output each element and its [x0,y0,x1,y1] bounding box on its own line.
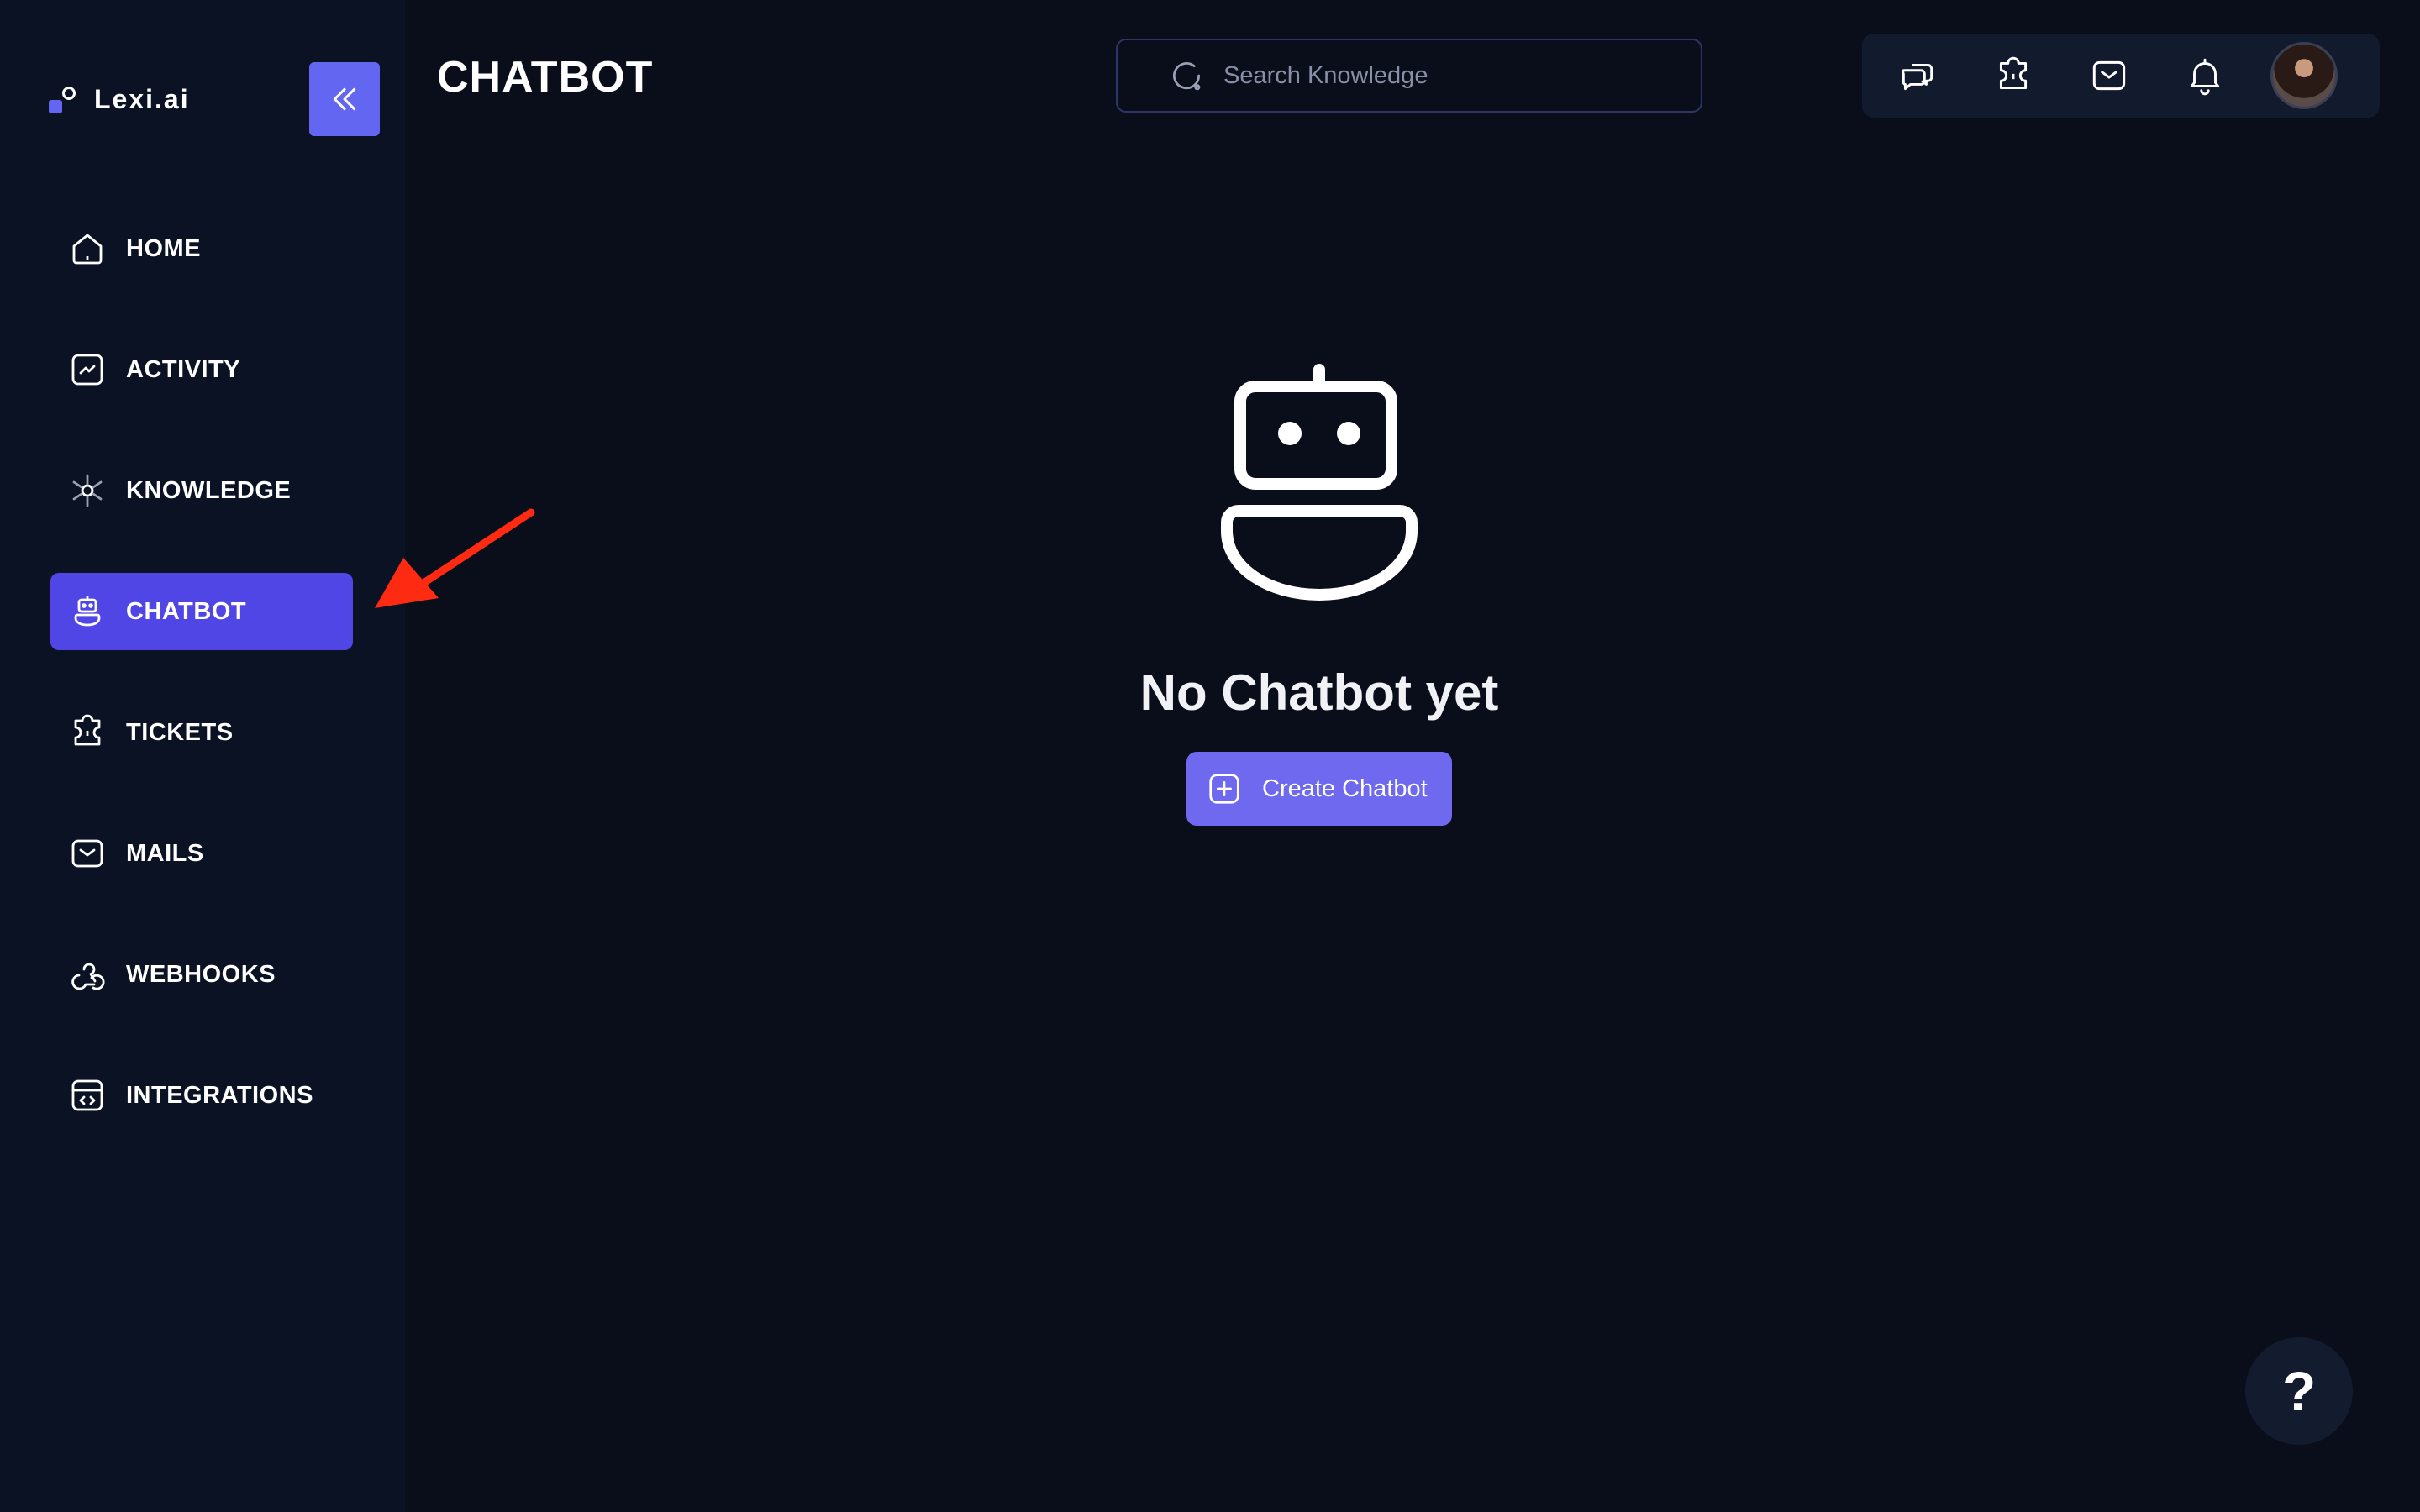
help-button[interactable]: ? [2245,1337,2353,1445]
integration-code-icon [67,1075,108,1116]
ticket-icon[interactable] [1991,54,2035,97]
sidebar-item-label: HOME [126,234,201,262]
sidebar-nav: HOME ACTIVITY KNOWLEDGE CHATBOT TICKETS [50,210,353,1178]
sidebar-item-label: INTEGRATIONS [126,1081,313,1109]
sidebar-item-home[interactable]: HOME [50,210,353,287]
chat-bubbles-icon[interactable] [1896,54,1939,97]
double-chevron-left-icon [333,87,356,111]
webhook-icon [67,954,108,995]
brand[interactable]: Lexi.ai [49,84,190,115]
collapse-sidebar-button[interactable] [309,62,380,136]
robot-icon [1221,364,1418,601]
mail-icon[interactable] [2087,54,2131,97]
sidebar-item-label: MAILS [126,839,204,867]
sidebar-item-mails[interactable]: MAILS [50,815,353,892]
ticket-icon [67,712,108,753]
activity-chart-icon [67,349,108,390]
bell-icon[interactable] [2183,54,2227,97]
create-chatbot-button[interactable]: Create Chatbot [1186,752,1452,826]
mail-icon [67,833,108,874]
search-input[interactable] [1223,61,1694,90]
search-bar[interactable] [1116,39,1702,113]
annotation-arrow-icon [375,508,535,608]
robot-icon [67,591,108,632]
add-square-icon [1209,774,1239,804]
empty-state-title: No Chatbot yet [1139,664,1499,721]
user-avatar[interactable] [2270,42,2338,109]
brand-name: Lexi.ai [94,84,190,114]
knowledge-network-icon [67,470,108,511]
sidebar-item-label: CHATBOT [126,597,247,625]
sidebar-item-integrations[interactable]: INTEGRATIONS [50,1057,353,1134]
sidebar-item-activity[interactable]: ACTIVITY [50,331,353,408]
search-loading-icon [1173,62,1201,91]
brand-logo-icon [49,86,76,113]
sidebar-item-tickets[interactable]: TICKETS [50,694,353,771]
sidebar-item-label: ACTIVITY [126,355,241,383]
create-chatbot-label: Create Chatbot [1262,774,1428,802]
sidebar: Lexi.ai HOME ACTIVITY KNOWLEDGE CHATBOT … [0,0,405,1512]
sidebar-item-label: TICKETS [126,718,234,746]
sidebar-item-webhooks[interactable]: WEBHOOKS [50,936,353,1013]
sidebar-item-knowledge[interactable]: KNOWLEDGE [50,452,353,529]
topbar-actions [1862,34,2380,118]
page-title: CHATBOT [437,53,654,102]
sidebar-item-label: WEBHOOKS [126,960,276,988]
home-icon [67,228,108,269]
sidebar-item-label: KNOWLEDGE [126,476,292,504]
sidebar-item-chatbot[interactable]: CHATBOT [50,573,353,650]
